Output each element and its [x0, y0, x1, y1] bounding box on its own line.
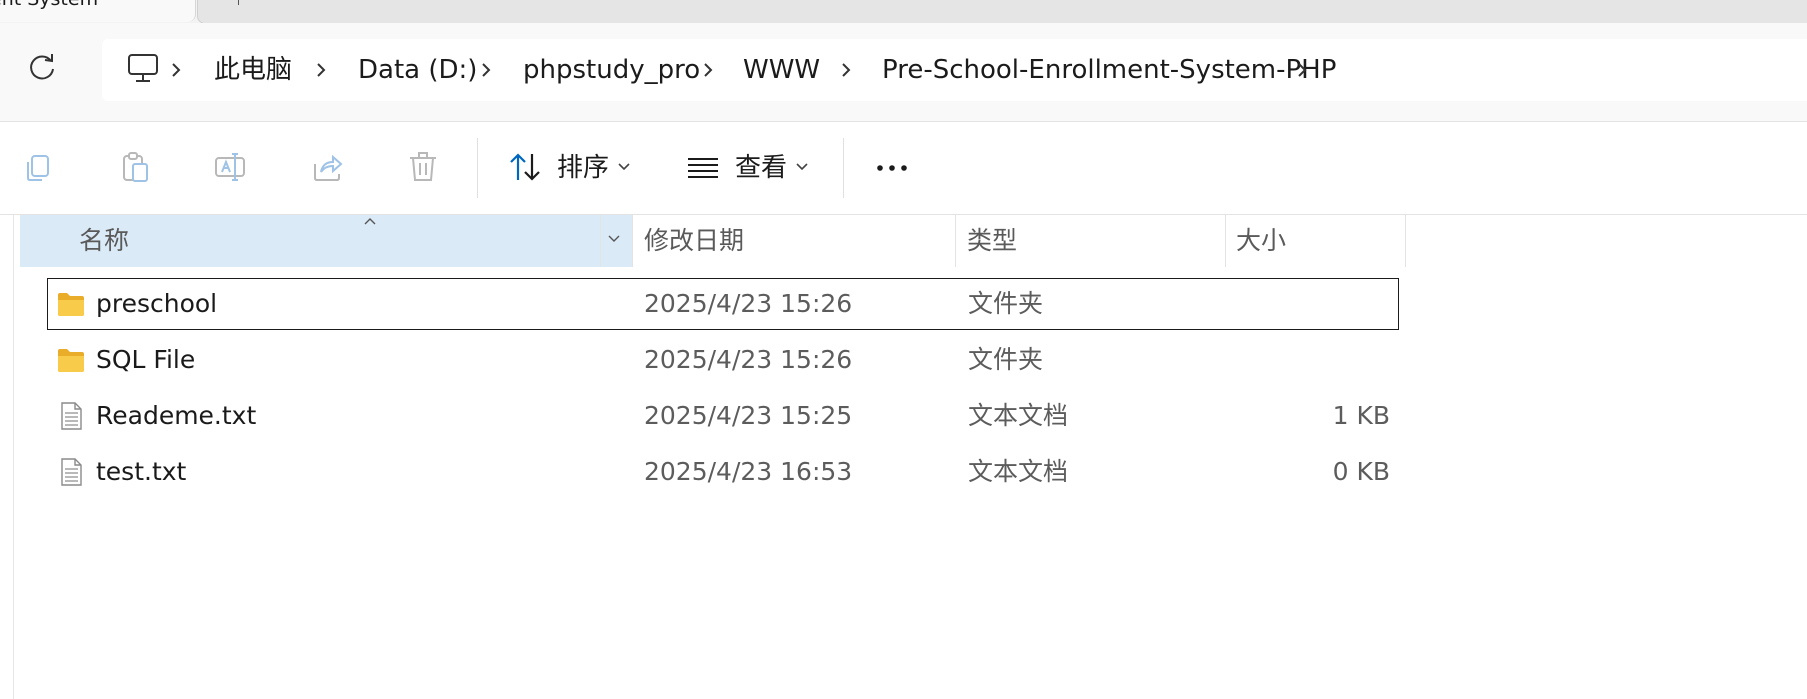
- file-row-preschool[interactable]: preschool 2025/4/23 15:26 文件夹: [47, 278, 1399, 330]
- file-row-reademe-txt[interactable]: Reademe.txt 2025/4/23 15:25 文本文档 1 KB: [48, 391, 1398, 441]
- command-bar: 排序 查看: [0, 122, 1807, 215]
- file-list-view: 名称 修改日期 类型 大小 preschool 2025/4/23 15:26 …: [0, 215, 1807, 699]
- view-label: 查看: [735, 153, 788, 183]
- breadcrumb-project-folder[interactable]: Pre-School-Enrollment-System-PHP: [882, 39, 1336, 101]
- file-type: 文件夹: [968, 345, 1044, 374]
- column-divider[interactable]: [600, 215, 601, 267]
- pane-divider[interactable]: [13, 215, 14, 699]
- refresh-icon: [30, 54, 54, 80]
- column-header-name[interactable]: 名称: [20, 215, 632, 267]
- file-name: Reademe.txt: [96, 401, 257, 430]
- file-type: 文本文档: [968, 401, 1069, 430]
- file-modified: 2025/4/23 15:26: [644, 345, 853, 374]
- sort-ascending-icon: [364, 218, 376, 225]
- breadcrumb-this-pc[interactable]: 此电脑: [214, 39, 292, 101]
- toolbar-separator: [477, 138, 478, 198]
- text-file-icon: [61, 458, 82, 486]
- copy-icon[interactable]: [22, 150, 56, 184]
- address-bar[interactable]: 此电脑 Data (D:) phpstudy_pro WWW Pre-Schoo…: [102, 39, 1807, 101]
- this-pc-icon[interactable]: [126, 51, 160, 85]
- tab-strip: ent System: [0, 0, 1807, 24]
- more-options-button[interactable]: [868, 144, 918, 192]
- file-name: test.txt: [96, 457, 187, 486]
- rename-icon[interactable]: [213, 150, 247, 184]
- file-name: preschool: [96, 289, 218, 318]
- folder-icon: [58, 293, 84, 316]
- paste-icon[interactable]: [118, 150, 152, 184]
- more-icon: [877, 165, 907, 171]
- column-name-label: 名称: [79, 226, 130, 255]
- file-modified: 2025/4/23 16:53: [644, 457, 853, 486]
- chevron-down-icon[interactable]: [606, 233, 622, 245]
- file-type: 文本文档: [968, 457, 1069, 486]
- sort-button[interactable]: 排序: [500, 122, 640, 214]
- tab-inactive[interactable]: [197, 0, 1807, 24]
- chevron-right-icon[interactable]: [698, 60, 718, 80]
- tab-close-icon[interactable]: [238, 0, 239, 5]
- column-modified-label: 修改日期: [644, 226, 745, 255]
- chevron-down-icon: [618, 163, 630, 171]
- sort-icon: [510, 153, 540, 181]
- chevron-right-icon[interactable]: [476, 60, 496, 80]
- view-button[interactable]: 查看: [680, 122, 820, 214]
- file-row-test-txt[interactable]: test.txt 2025/4/23 16:53 文本文档 0 KB: [48, 447, 1398, 497]
- file-size: 0 KB: [1332, 457, 1390, 486]
- view-list-icon: [688, 158, 718, 178]
- breadcrumb-phpstudy-pro[interactable]: phpstudy_pro: [523, 39, 700, 101]
- column-type-label: 类型: [967, 226, 1018, 255]
- chevron-down-icon: [796, 163, 808, 171]
- navigation-bar: 此电脑 Data (D:) phpstudy_pro WWW Pre-Schoo…: [0, 23, 1807, 122]
- column-header-modified[interactable]: 修改日期: [633, 215, 955, 267]
- sort-label: 排序: [557, 153, 610, 183]
- file-name: SQL File: [96, 345, 196, 374]
- file-modified: 2025/4/23 15:25: [644, 401, 853, 430]
- column-size-label: 大小: [1236, 226, 1287, 255]
- breadcrumb-data-d[interactable]: Data (D:): [358, 39, 477, 101]
- file-type: 文件夹: [968, 289, 1044, 318]
- chevron-right-icon[interactable]: [1292, 60, 1312, 80]
- folder-icon: [58, 349, 84, 372]
- column-header-size[interactable]: 大小: [1226, 215, 1404, 267]
- chevron-right-icon[interactable]: [836, 60, 856, 80]
- text-file-icon: [61, 402, 82, 430]
- tab-active[interactable]: ent System: [0, 0, 196, 22]
- chevron-right-icon[interactable]: [311, 60, 331, 80]
- column-divider[interactable]: [1405, 215, 1406, 267]
- delete-icon[interactable]: [406, 150, 440, 184]
- file-size: 1 KB: [1332, 401, 1390, 430]
- file-modified: 2025/4/23 15:26: [644, 289, 853, 318]
- share-icon[interactable]: [311, 150, 345, 184]
- refresh-button[interactable]: [22, 47, 62, 87]
- tab-title: ent System: [0, 0, 98, 10]
- file-row-sql-file[interactable]: SQL File 2025/4/23 15:26 文件夹: [48, 335, 1398, 385]
- toolbar-separator: [843, 138, 844, 198]
- column-header-type[interactable]: 类型: [956, 215, 1224, 267]
- chevron-right-icon[interactable]: [166, 60, 186, 80]
- breadcrumb-www[interactable]: WWW: [743, 39, 820, 101]
- column-headers: 名称 修改日期 类型 大小: [0, 215, 1410, 267]
